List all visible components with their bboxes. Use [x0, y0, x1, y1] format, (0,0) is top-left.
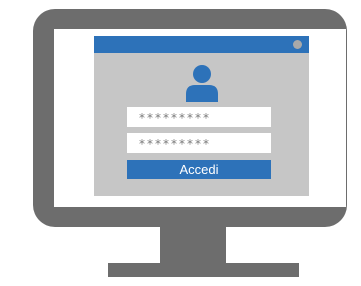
monitor-base — [108, 263, 299, 277]
login-button[interactable]: Accedi — [127, 160, 271, 179]
user-icon — [186, 65, 218, 102]
password-field[interactable]: ********* — [127, 133, 271, 153]
monitor-neck — [160, 227, 226, 263]
username-field[interactable]: ********* — [127, 107, 271, 127]
login-illustration: ********* ********* Accedi — [0, 0, 361, 286]
login-window: ********* ********* Accedi — [94, 36, 309, 196]
